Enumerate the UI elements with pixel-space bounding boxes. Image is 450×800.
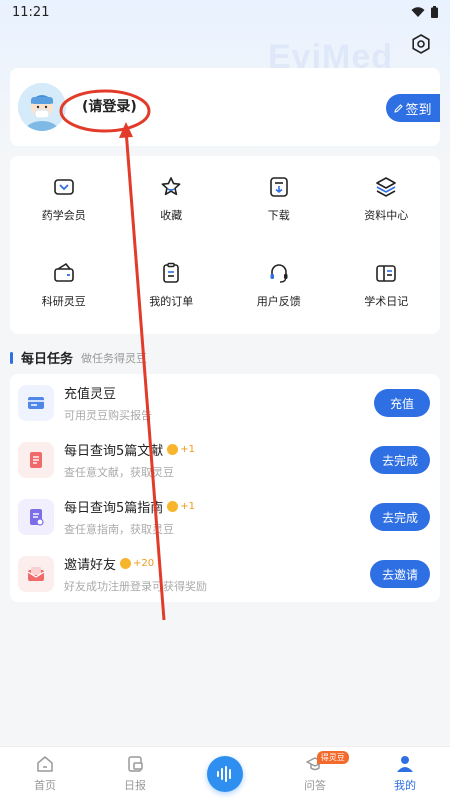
profile-card: (请登录) 签到 [10,68,440,146]
qa-badge: 得灵豆 [316,751,349,764]
grid-item-research-beans[interactable]: 科研灵豆 [10,242,118,328]
grid-label: 用户反馈 [256,295,301,308]
task-query-literature: 每日查询5篇文献 +1 查任意文献，获取灵豆 去完成 [10,431,440,488]
order-icon [163,262,180,283]
tab-daily[interactable]: 日报 [90,747,180,800]
task-name: 每日查询5篇文献 [64,443,164,459]
tab-qa[interactable]: 得灵豆 问答 [270,747,360,800]
tab-label: 我的 [394,779,416,792]
login-prompt[interactable]: (请登录) [82,96,137,116]
complete-button[interactable]: 去完成 [369,446,430,474]
section-subtitle: 做任务得灵豆 [81,351,148,365]
vip-icon [53,179,74,195]
grid-label: 学术日记 [364,295,409,308]
section-title: 每日任务 [21,352,74,367]
grid-item-orders[interactable]: 我的订单 [118,242,226,328]
wifi-icon [411,6,425,17]
tab-voice[interactable] [180,747,270,800]
battery-icon [431,6,438,18]
status-time: 11:21 [12,4,50,20]
tab-home[interactable]: 首页 [0,747,90,800]
home-icon [37,756,53,772]
section-marker [10,351,13,364]
reward-badge: +1 [167,500,196,512]
wallet-icon [53,262,74,282]
grid-item-download[interactable]: 下载 [225,156,333,242]
status-bar: 11:21 [0,0,450,24]
grid-item-vip[interactable]: 药学会员 [10,156,118,242]
signin-button[interactable]: 签到 [386,94,440,122]
task-invite-friend: 邀请好友 +20 好友成功注册登录可获得奖励 去邀请 [10,545,440,602]
daily-icon [128,756,143,772]
grid-item-resource-center[interactable]: 资料中心 [333,156,441,242]
avatar[interactable] [18,83,66,131]
grid-item-favorites[interactable]: 收藏 [118,156,226,242]
diary-icon [376,265,397,282]
reward-value: +20 [133,557,155,569]
tab-mine[interactable]: 我的 [360,747,450,800]
complete-button[interactable]: 去完成 [369,503,430,531]
task-name: 每日查询5篇指南 [64,500,164,516]
user-icon [397,756,413,772]
document-icon [18,441,54,478]
coin-icon [167,500,179,512]
feature-grid: 药学会员 收藏 下载 资料中心 科研灵豆 我的订单 用户反馈 学术日记 [10,156,440,334]
reward-value: +1 [180,443,196,455]
grid-item-feedback[interactable]: 用户反馈 [225,242,333,328]
invite-button[interactable]: 去邀请 [369,560,430,588]
layers-icon [376,177,397,197]
tab-label: 日报 [124,779,146,792]
tab-label: 问答 [304,779,326,792]
grid-label: 药学会员 [41,209,86,222]
settings-icon[interactable] [410,33,432,55]
task-name: 邀请好友 [64,557,117,573]
bottom-tab-bar: 首页 日报 得灵豆 问答 我的 [0,746,450,800]
daily-tasks-card: 充值灵豆 可用灵豆购买报告 充值 每日查询5篇文献 +1 查任意文献，获取灵豆 [10,374,440,602]
download-icon [269,177,288,197]
grid-label: 我的订单 [149,295,194,308]
headset-icon [270,264,288,283]
tab-label: 首页 [34,779,56,792]
reward-badge: +20 [120,557,155,569]
task-query-guidelines: 每日查询5篇指南 +1 查任意指南，获取灵豆 去完成 [10,488,440,545]
reward-value: +1 [180,500,196,512]
voice-icon [207,755,243,792]
grid-label: 科研灵豆 [41,295,86,308]
task-recharge: 充值灵豆 可用灵豆购买报告 充值 [10,374,440,431]
signin-label: 签到 [405,102,432,118]
pencil-icon [394,103,404,113]
reward-badge: +1 [167,443,196,455]
recharge-button[interactable]: 充值 [374,389,430,417]
grid-label: 资料中心 [364,209,409,222]
grid-item-academic-diary[interactable]: 学术日记 [333,242,441,328]
coin-icon [120,557,132,569]
daily-tasks-header: 每日任务 做任务得灵豆 [10,348,147,367]
star-icon [161,177,181,196]
envelope-icon [18,555,54,592]
guideline-icon [18,498,54,535]
grid-label: 收藏 [160,209,183,222]
card-icon [18,384,54,421]
grid-label: 下载 [267,209,290,222]
task-name: 充值灵豆 [64,386,117,402]
coin-icon [167,443,179,455]
